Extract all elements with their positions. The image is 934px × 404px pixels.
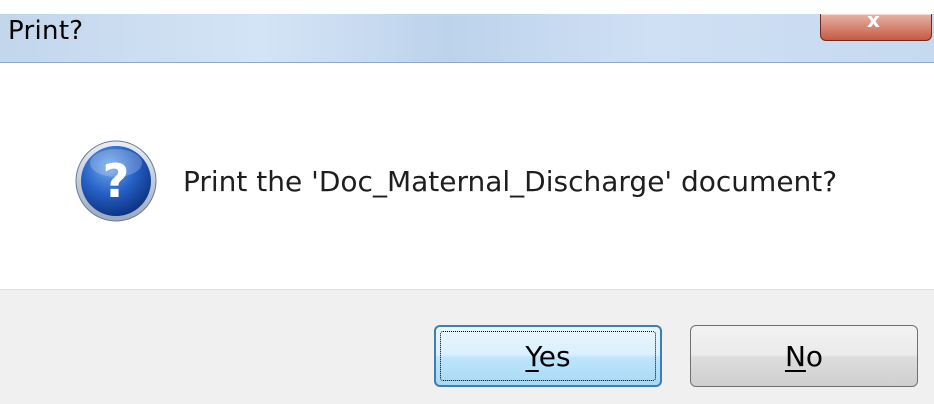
close-icon: x <box>867 8 880 32</box>
dialog-message: Print the 'Doc_Maternal_Discharge' docum… <box>183 165 838 198</box>
yes-button-label: Yes <box>525 340 570 373</box>
button-bar: Yes No <box>0 289 934 404</box>
dialog-content: ? Print the 'Doc_Maternal_Discharge' doc… <box>0 63 934 289</box>
question-icon: ? <box>75 140 157 222</box>
svg-text:?: ? <box>103 154 130 208</box>
no-accelerator: N <box>784 339 806 373</box>
yes-label-rest: es <box>538 339 571 373</box>
no-button[interactable]: No <box>690 325 918 387</box>
no-label-rest: o <box>805 339 824 373</box>
title-bar[interactable]: Print? x <box>0 0 934 63</box>
window-title: Print? <box>8 16 84 46</box>
yes-accelerator: Y <box>525 339 539 373</box>
no-button-label: No <box>785 340 823 373</box>
close-button[interactable]: x <box>820 8 932 41</box>
yes-button[interactable]: Yes <box>434 325 662 387</box>
